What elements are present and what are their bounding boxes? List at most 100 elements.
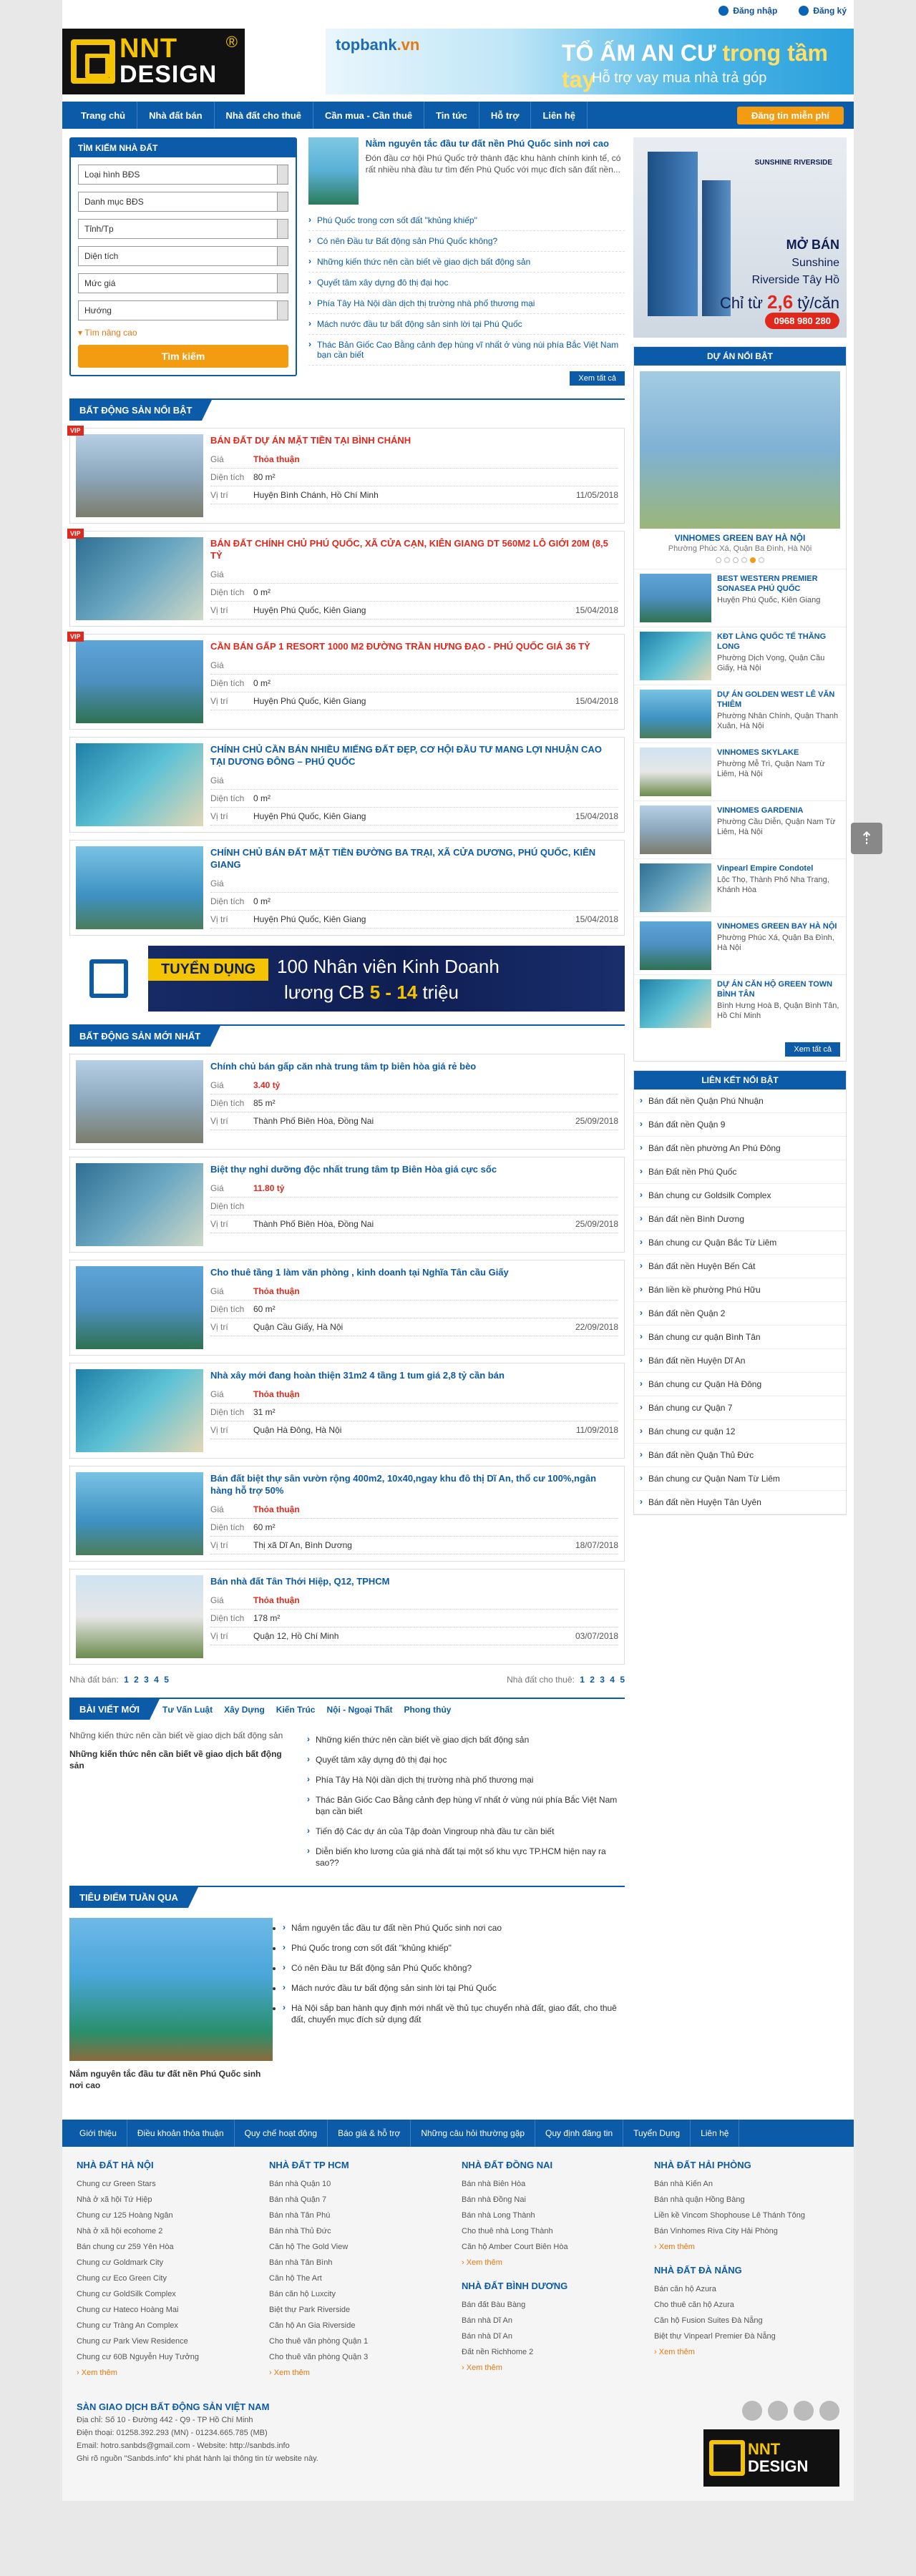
nav-contact[interactable]: Liên hệ [531, 102, 588, 129]
footer-more-link[interactable]: › Xem thêm [269, 2365, 454, 2381]
project-image[interactable] [640, 805, 711, 854]
listing-title[interactable]: Chính chủ bán gấp căn nhà trung tâm tp b… [210, 1060, 618, 1072]
page-link[interactable]: 1 [124, 1675, 129, 1685]
listing-title[interactable]: Bán nhà đất Tân Thới Hiệp, Q12, TPHCM [210, 1575, 618, 1587]
listing-image[interactable] [76, 743, 203, 826]
project-title[interactable]: VINHOMES SKYLAKE [717, 748, 840, 758]
search-button[interactable]: Tìm kiếm [78, 345, 288, 368]
link-item[interactable]: Bán chung cư Quận Nam Từ Liêm [634, 1467, 846, 1491]
select-area[interactable]: Diện tích [78, 246, 288, 266]
select-direction[interactable]: Hướng [78, 300, 288, 320]
listing-title[interactable]: Bán đất biệt thự sân vườn rộng 400m2, 10… [210, 1472, 618, 1497]
page-link[interactable]: 4 [610, 1675, 615, 1685]
project-main-image[interactable] [640, 371, 840, 529]
post-free-button[interactable]: Đăng tin miễn phí [736, 107, 844, 124]
nav-news[interactable]: Tin tức [424, 102, 479, 129]
footer-nav-item[interactable]: Quy định đăng tin [535, 2120, 624, 2147]
footer-link[interactable]: Biệt thự Vinpearl Premier Đà Nẵng [654, 2328, 839, 2344]
select-category[interactable]: Danh mục BĐS [78, 192, 288, 212]
footer-link[interactable]: Bán nhà Dĩ An [462, 2328, 647, 2344]
footer-nav-item[interactable]: Liên hệ [691, 2120, 740, 2147]
footer-nav-item[interactable]: Giới thiệu [69, 2120, 127, 2147]
footer-link[interactable]: Bán nhà Dĩ An [462, 2313, 647, 2328]
project-title[interactable]: DỰ ÁN CĂN HỘ GREEN TOWN BÌNH TÂN [717, 979, 840, 999]
blog-item[interactable]: Những kiến thức nên cần biết về giao dịc… [307, 1730, 625, 1750]
page-link[interactable]: 1 [580, 1675, 585, 1685]
footer-link[interactable]: Chung cư Hateco Hoàng Mai [77, 2302, 262, 2318]
footer-link[interactable]: Bán nhà Thủ Đức [269, 2223, 454, 2239]
link-item[interactable]: Bán đất nền Huyện Tân Uyên [634, 1491, 846, 1514]
footer-link[interactable]: Biệt thự Park Riverside [269, 2302, 454, 2318]
blog-lead[interactable]: Những kiến thức nên cần biết về giao dịc… [69, 1730, 297, 1741]
footer-link[interactable]: Bán nhà quận Hồng Bàng [654, 2192, 839, 2208]
listing-card[interactable]: Cho thuê tầng 1 làm văn phòng , kinh doa… [69, 1260, 625, 1356]
project-title[interactable]: VINHOMES GREEN BAY HÀ NỘI [717, 921, 840, 931]
project-title[interactable]: DỰ ÁN GOLDEN WEST LÊ VĂN THIÊM [717, 690, 840, 710]
listing-title[interactable]: BÁN ĐẤT DỰ ÁN MẶT TIỀN TẠI BÌNH CHÁNH [210, 434, 618, 446]
project-title[interactable]: Vinpearl Empire Condotel [717, 863, 840, 873]
slider-dot[interactable] [733, 557, 739, 563]
footer-link[interactable]: Chung cư 60B Nguyễn Huy Tưởng [77, 2349, 262, 2365]
news-top-image[interactable] [308, 137, 359, 205]
footer-link[interactable]: Cho thuê văn phòng Quận 1 [269, 2333, 454, 2349]
link-item[interactable]: Bán đất nền Quận Thủ Đức [634, 1444, 846, 1467]
nav-home[interactable]: Trang chủ [69, 102, 138, 129]
blog-item[interactable]: Diễn biến kho lương của giá nhà đất tại … [307, 1841, 625, 1873]
link-item[interactable]: Bán đất nền Huyện Dĩ An [634, 1349, 846, 1373]
slider-dot[interactable] [750, 557, 756, 563]
blog-tab[interactable]: Phong thủy [404, 1705, 451, 1715]
footer-logo[interactable]: NNT DESIGN [703, 2429, 839, 2487]
footer-link[interactable]: Chung cư Eco Green City [77, 2271, 262, 2286]
footer-link[interactable]: Bán nhà Đồng Nai [462, 2192, 647, 2208]
listing-title[interactable]: Biệt thự nghỉ dưỡng độc nhất trung tâm t… [210, 1163, 618, 1175]
project-image[interactable] [640, 632, 711, 680]
footer-link[interactable]: Căn hộ An Gia Riverside [269, 2318, 454, 2333]
footer-link[interactable]: Bán đất Bàu Bàng [462, 2297, 647, 2313]
side-ad-banner[interactable]: SUNSHINE RIVERSIDE MỞ BÁN Sunshine River… [633, 137, 847, 338]
footer-more-link[interactable]: › Xem thêm [77, 2365, 262, 2381]
footer-link[interactable]: Cho thuê nhà Long Thành [462, 2223, 647, 2239]
feature-item[interactable]: Phú Quốc trong cơn sốt đất "khủng khiếp" [283, 1938, 625, 1958]
footer-link[interactable]: Bán chung cư 259 Yên Hòa [77, 2239, 262, 2255]
youtube-icon[interactable] [819, 2401, 839, 2421]
header-banner[interactable]: topbank.vn TỔ ẤM AN CƯ trong tầm tay Hỗ … [326, 29, 854, 94]
feature-item[interactable]: Có nên Đầu tư Bất động sản Phú Quốc khôn… [283, 1958, 625, 1978]
blog-tab[interactable]: Nội - Ngoại Thất [326, 1705, 392, 1715]
listing-image[interactable] [76, 1472, 203, 1555]
news-item[interactable]: Có nên Đầu tư Bất động sản Phú Quốc khôn… [308, 231, 625, 252]
project-main[interactable]: VINHOMES GREEN BAY HÀ NỘI Phường Phúc Xá… [634, 366, 846, 569]
footer-link[interactable]: Chung cư 125 Hoàng Ngân [77, 2208, 262, 2223]
link-item[interactable]: Bán chung cư Quận Hà Đông [634, 1373, 846, 1396]
project-item[interactable]: BEST WESTERN PREMIER SONASEA PHÚ QUỐC Huy… [634, 569, 846, 627]
ad-phone[interactable]: 0968 980 280 [765, 313, 839, 329]
footer-nav-item[interactable]: Những câu hỏi thường gặp [411, 2120, 536, 2147]
project-item[interactable]: VINHOMES GARDENIA Phường Cầu Diễn, Quận N… [634, 800, 846, 858]
nav-sale[interactable]: Nhà đất bán [137, 102, 215, 129]
link-item[interactable]: Bán chung cư quận 12 [634, 1420, 846, 1444]
slider-dot[interactable] [724, 557, 730, 563]
page-link[interactable]: 5 [620, 1675, 625, 1685]
link-item[interactable]: Bán chung cư Goldsilk Complex [634, 1184, 846, 1208]
footer-nav-item[interactable]: Báo giá & hỗ trợ [328, 2120, 411, 2147]
listing-card[interactable]: Chính chủ bán gấp căn nhà trung tâm tp b… [69, 1054, 625, 1150]
listing-card[interactable]: CHÍNH CHỦ BÁN ĐẤT MẶT TIỀN ĐƯỜNG BA TRẠI… [69, 840, 625, 936]
footer-link[interactable]: Bán nhà Quận 10 [269, 2176, 454, 2192]
feature-image[interactable] [69, 1918, 273, 2061]
project-item[interactable]: KĐT LÀNG QUỐC TẾ THĂNG LONG Phường Dịch V… [634, 627, 846, 685]
blog-tab[interactable]: Xây Dựng [224, 1705, 265, 1715]
footer-link[interactable]: Bán căn hộ Luxcity [269, 2286, 454, 2302]
link-item[interactable]: Bán chung cư Quận 7 [634, 1396, 846, 1420]
page-link[interactable]: 3 [144, 1675, 149, 1685]
listing-image[interactable] [76, 434, 203, 517]
project-item[interactable]: DỰ ÁN GOLDEN WEST LÊ VĂN THIÊM Phường Nhâ… [634, 685, 846, 743]
footer-link[interactable]: Cho thuê căn hộ Azura [654, 2297, 839, 2313]
footer-link[interactable]: Chung cư Tràng An Complex [77, 2318, 262, 2333]
link-item[interactable]: Bán chung cư Quận Bắc Từ Liêm [634, 1231, 846, 1255]
blog-tab[interactable]: Tư Vấn Luật [162, 1705, 213, 1715]
footer-link[interactable]: Căn hộ Amber Court Biên Hòa [462, 2239, 647, 2255]
project-image[interactable] [640, 574, 711, 622]
project-item[interactable]: DỰ ÁN CĂN HỘ GREEN TOWN BÌNH TÂN Bình Hưn… [634, 974, 846, 1032]
slider-dot[interactable] [759, 557, 764, 563]
twitter-icon[interactable] [768, 2401, 788, 2421]
footer-link[interactable]: Bán nhà Tân Bình [269, 2255, 454, 2271]
